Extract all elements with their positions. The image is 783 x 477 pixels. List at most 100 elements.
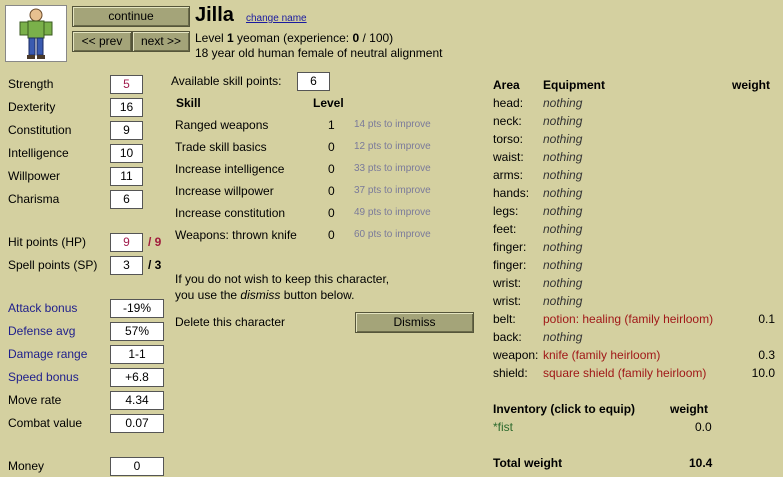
available-skill-points-label: Available skill points:	[171, 74, 282, 88]
equipment-area-label: wrist:	[493, 294, 521, 308]
total-weight-label: Total weight	[493, 456, 563, 470]
dismiss-note-line2: you use the dismiss button below.	[175, 288, 355, 302]
equipment-area-label: finger:	[493, 240, 527, 254]
next-button[interactable]: next >>	[132, 31, 190, 52]
equipment-item: nothing	[543, 276, 583, 290]
equipment-area-label: weapon:	[493, 348, 539, 362]
sp-value: 3	[110, 256, 143, 275]
equipment-weight: 0.3	[758, 348, 775, 362]
inventory-item-weight: 0.0	[695, 420, 712, 434]
money-value: 0	[110, 457, 164, 476]
stat-value-charisma: 6	[110, 190, 143, 209]
equipment-item: nothing	[543, 240, 583, 254]
equipment-item: nothing	[543, 150, 583, 164]
attack-bonus-value: -19%	[110, 299, 164, 318]
combat-value-label: Combat value	[8, 416, 83, 430]
dismiss-note-line1: If you do not wish to keep this characte…	[175, 272, 390, 286]
area-column-header: Area	[493, 78, 520, 92]
person-icon	[19, 8, 53, 59]
equipment-area-label: finger:	[493, 258, 527, 272]
equipment-item[interactable]: potion: healing (family heirloom)	[543, 312, 713, 326]
stat-value-willpower: 11	[110, 167, 143, 186]
sp-max: / 3	[148, 258, 162, 272]
speed-bonus-value: +6.8	[110, 368, 164, 387]
equipment-item[interactable]: knife (family heirloom)	[543, 348, 660, 362]
skill-level: 0	[328, 206, 335, 220]
equipment-item: nothing	[543, 222, 583, 236]
equipment-area-label: shield:	[493, 366, 528, 380]
equipment-item: nothing	[543, 204, 583, 218]
inventory-item[interactable]: *fist	[493, 420, 513, 434]
attack-bonus-label: Attack bonus	[8, 301, 78, 315]
equipment-weight: 0.1	[758, 312, 775, 326]
equipment-item: nothing	[543, 96, 583, 110]
equipment-column-header: Equipment	[543, 78, 605, 92]
total-weight-value: 10.4	[689, 456, 713, 470]
damage-range-value: 1-1	[110, 345, 164, 364]
character-name: Jilla	[195, 4, 234, 26]
stat-value-constitution: 9	[110, 121, 143, 140]
hp-max: / 9	[148, 235, 162, 249]
available-skill-points-value: 6	[297, 72, 330, 91]
skill-improve-link[interactable]: 12 pts to improve	[354, 141, 431, 152]
skill-column-header: Skill	[176, 96, 201, 110]
equipment-area-label: waist:	[493, 150, 524, 164]
equipment-area-label: neck:	[493, 114, 522, 128]
stat-label-intelligence: Intelligence	[8, 146, 69, 160]
skill-improve-link[interactable]: 49 pts to improve	[354, 207, 431, 218]
equipment-area-label: head:	[493, 96, 524, 110]
sp-label: Spell points (SP)	[8, 258, 98, 272]
skill-level: 0	[328, 184, 335, 198]
skill-name[interactable]: Increase constitution	[175, 206, 285, 220]
skill-level: 0	[328, 228, 335, 242]
equipment-item: nothing	[543, 330, 583, 344]
level-line: Level 1 yeoman (experience: 0 / 100)	[195, 31, 394, 45]
equipment-item: nothing	[543, 114, 583, 128]
skill-name[interactable]: Increase intelligence	[175, 162, 284, 176]
change-name-link[interactable]: change name	[246, 13, 307, 24]
skill-level: 0	[328, 162, 335, 176]
equipment-item: nothing	[543, 186, 583, 200]
skill-improve-link[interactable]: 33 pts to improve	[354, 163, 431, 174]
continue-button[interactable]: continue	[72, 6, 190, 27]
skill-name[interactable]: Ranged weapons	[175, 118, 268, 132]
equipment-area-label: torso:	[493, 132, 524, 146]
equipment-area-label: back:	[493, 330, 522, 344]
equipment-area-label: hands:	[493, 186, 530, 200]
character-avatar	[5, 5, 67, 62]
equipment-weight: 10.0	[751, 366, 775, 380]
skill-improve-link[interactable]: 14 pts to improve	[354, 119, 431, 130]
stat-label-dexterity: Dexterity	[8, 100, 56, 114]
equipment-area-label: belt:	[493, 312, 516, 326]
delete-character-label: Delete this character	[175, 315, 286, 329]
defense-avg-label: Defense avg	[8, 324, 76, 338]
stat-label-charisma: Charisma	[8, 192, 60, 206]
equipment-item: nothing	[543, 294, 583, 308]
inventory-weight-header: weight	[670, 402, 708, 416]
stat-label-strength: Strength	[8, 77, 54, 91]
skill-level: 1	[328, 118, 335, 132]
skill-improve-link[interactable]: 60 pts to improve	[354, 229, 431, 240]
prev-button[interactable]: << prev	[72, 31, 132, 52]
equipment-area-label: wrist:	[493, 276, 521, 290]
hp-value: 9	[110, 233, 143, 252]
level-column-header: Level	[313, 96, 344, 110]
equipment-area-label: legs:	[493, 204, 519, 218]
dismiss-button[interactable]: Dismiss	[355, 312, 474, 333]
skill-improve-link[interactable]: 37 pts to improve	[354, 185, 431, 196]
skill-name[interactable]: Weapons: thrown knife	[175, 228, 297, 242]
equipment-item[interactable]: square shield (family heirloom)	[543, 366, 706, 380]
move-rate-label: Move rate	[8, 393, 62, 407]
equipment-item: nothing	[543, 258, 583, 272]
stat-value-strength: 5	[110, 75, 143, 94]
skill-level: 0	[328, 140, 335, 154]
stat-value-dexterity: 16	[110, 98, 143, 117]
stat-value-intelligence: 10	[110, 144, 143, 163]
equipment-area-label: arms:	[493, 168, 523, 182]
character-description: 18 year old human female of neutral alig…	[195, 46, 443, 60]
skill-name[interactable]: Trade skill basics	[175, 140, 267, 154]
hp-label: Hit points (HP)	[8, 235, 87, 249]
equipment-item: nothing	[543, 132, 583, 146]
speed-bonus-label: Speed bonus	[8, 370, 79, 384]
skill-name[interactable]: Increase willpower	[175, 184, 274, 198]
